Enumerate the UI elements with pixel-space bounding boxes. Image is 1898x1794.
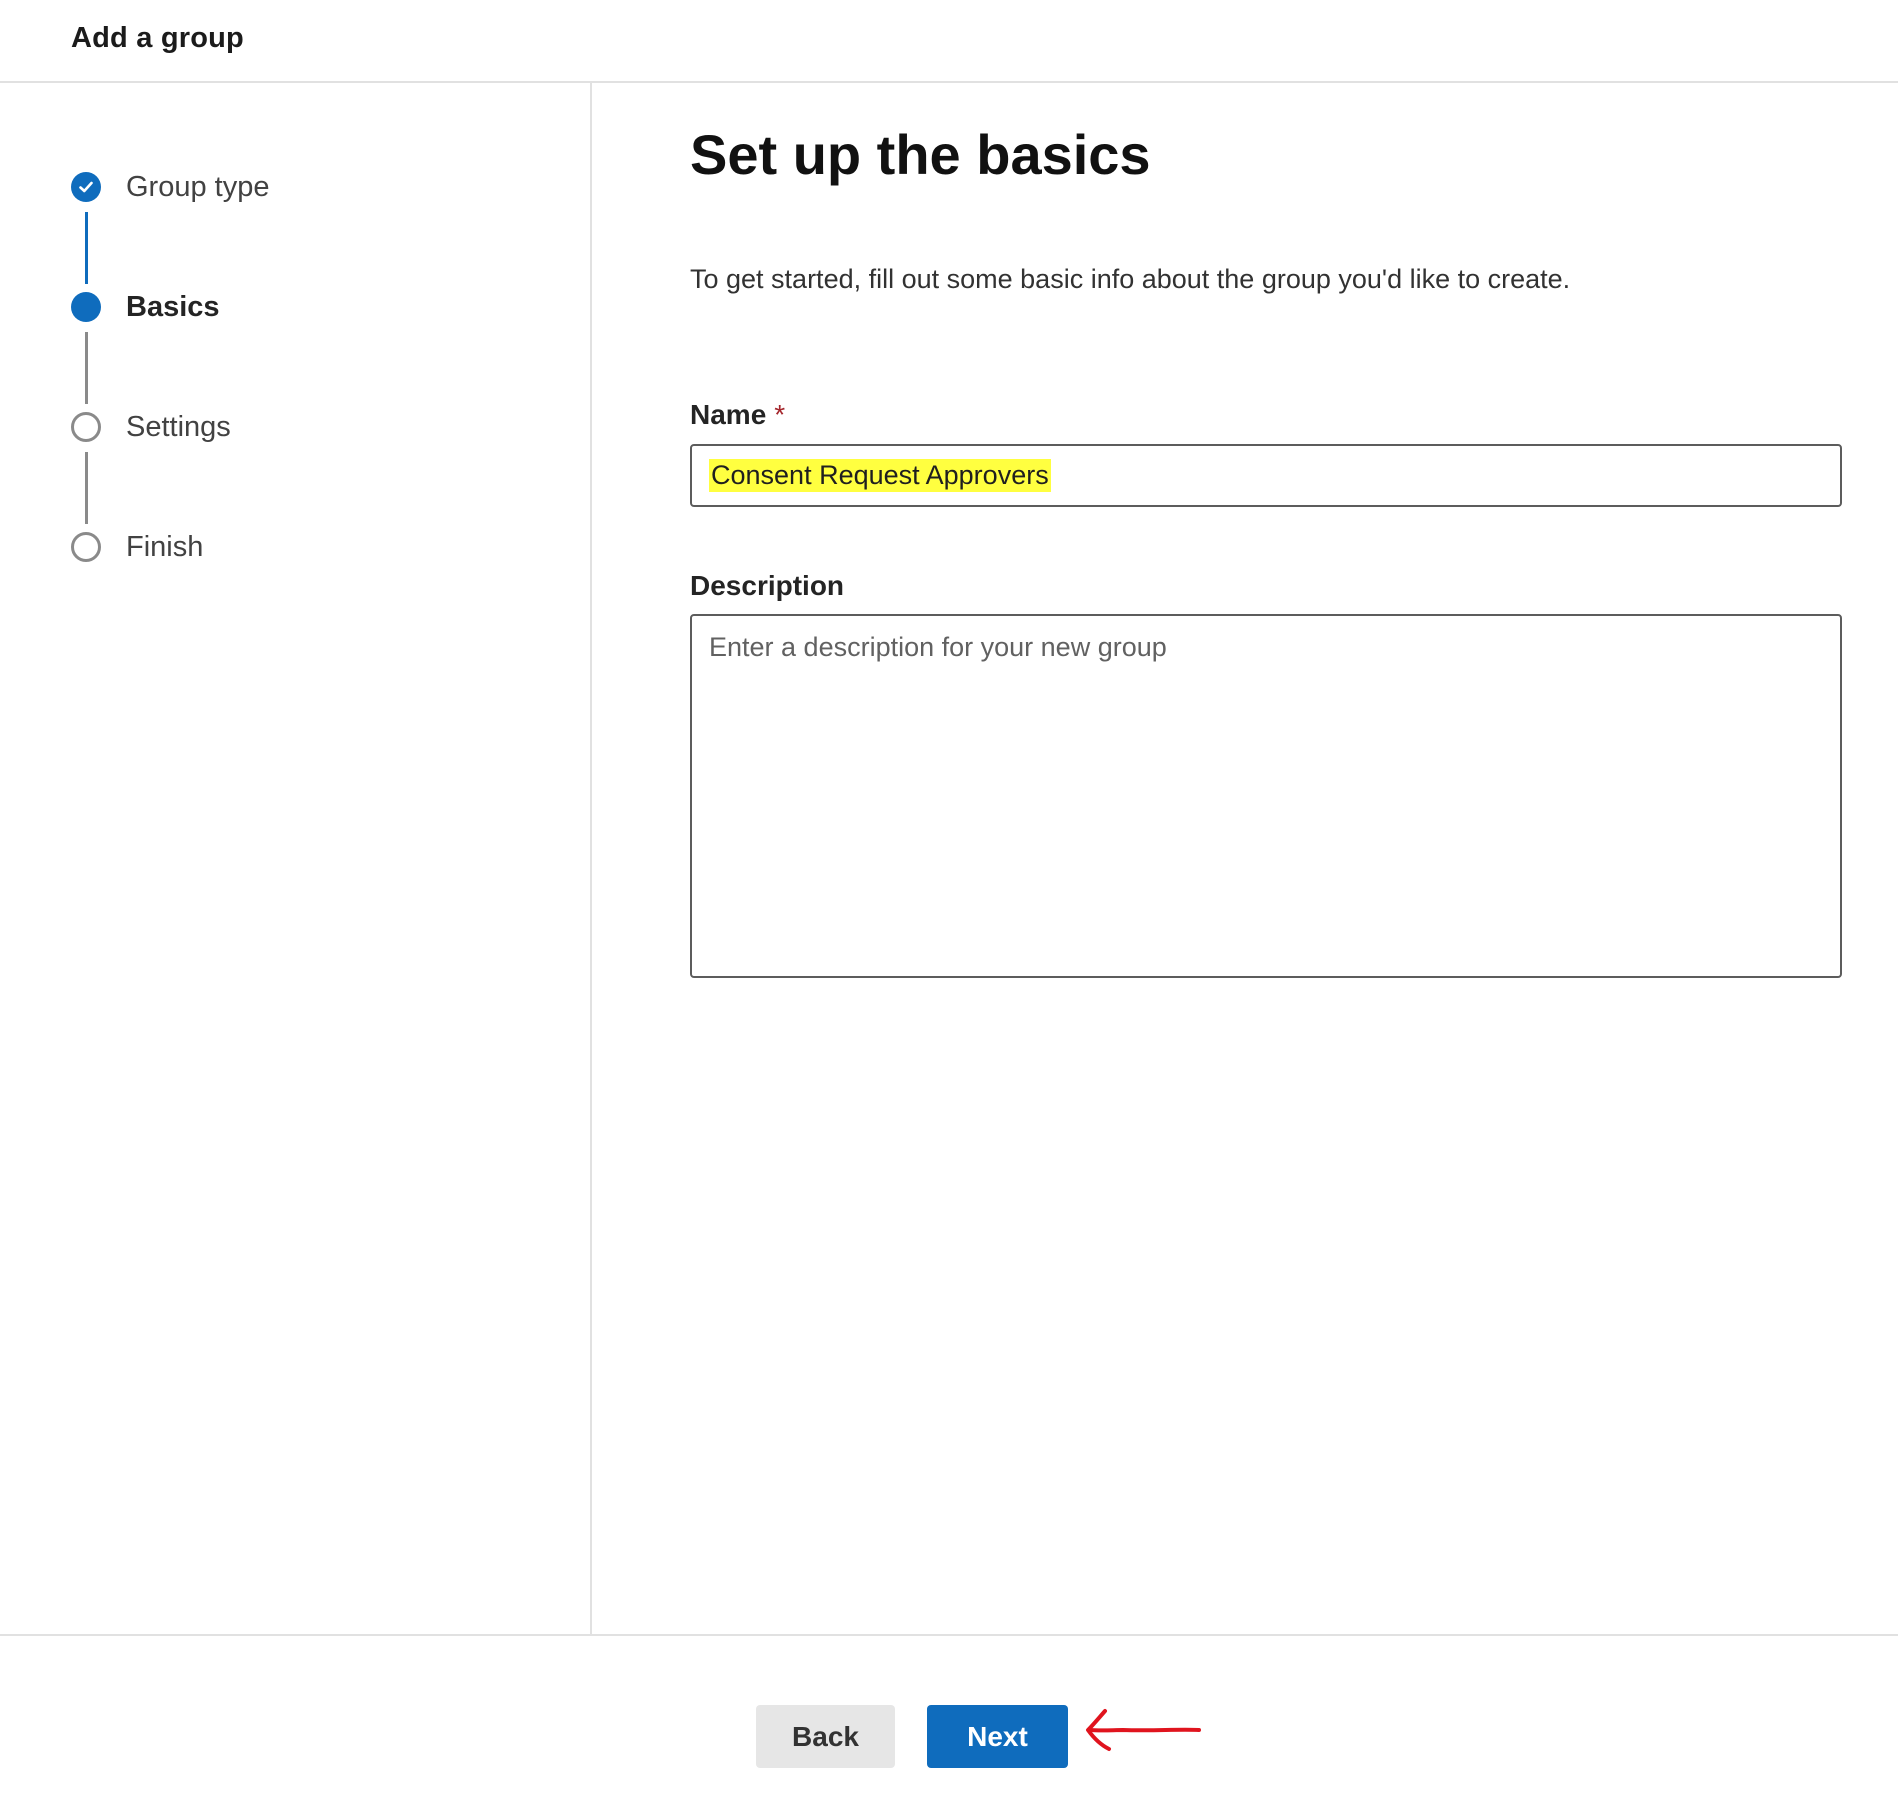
step-connector	[85, 332, 88, 404]
current-step-dot-icon	[71, 292, 101, 322]
description-field-label: Description	[690, 570, 845, 601]
step-label: Finish	[126, 530, 204, 563]
name-label-text: Name	[690, 399, 767, 430]
required-asterisk: *	[774, 399, 786, 430]
empty-circle-icon	[71, 532, 101, 562]
page-title: Set up the basics	[690, 123, 1151, 186]
step-label: Basics	[126, 290, 220, 323]
name-input-value: Consent Request Approvers	[709, 459, 1051, 492]
step-basics[interactable]: Basics	[71, 290, 220, 324]
back-button[interactable]: Back	[756, 1705, 895, 1768]
step-finish[interactable]: Finish	[71, 530, 203, 564]
description-textarea[interactable]: Enter a description for your new group	[690, 614, 1842, 978]
checkmark-circle-icon	[71, 172, 101, 202]
empty-circle-icon	[71, 412, 101, 442]
panel-header: Add a group	[0, 0, 1898, 83]
step-connector	[85, 212, 88, 284]
intro-text: To get started, fill out some basic info…	[690, 264, 1571, 294]
step-connector	[85, 452, 88, 524]
next-button[interactable]: Next	[927, 1705, 1068, 1768]
name-field-label: Name *	[690, 399, 785, 431]
step-label: Settings	[126, 410, 231, 443]
step-group-type[interactable]: Group type	[71, 170, 269, 204]
step-label: Group type	[126, 170, 270, 203]
name-input[interactable]: Consent Request Approvers	[690, 444, 1842, 507]
arrow-left-icon	[1086, 1709, 1201, 1751]
step-settings[interactable]: Settings	[71, 410, 231, 444]
description-placeholder: Enter a description for your new group	[709, 632, 1167, 662]
panel-title: Add a group	[71, 22, 244, 54]
